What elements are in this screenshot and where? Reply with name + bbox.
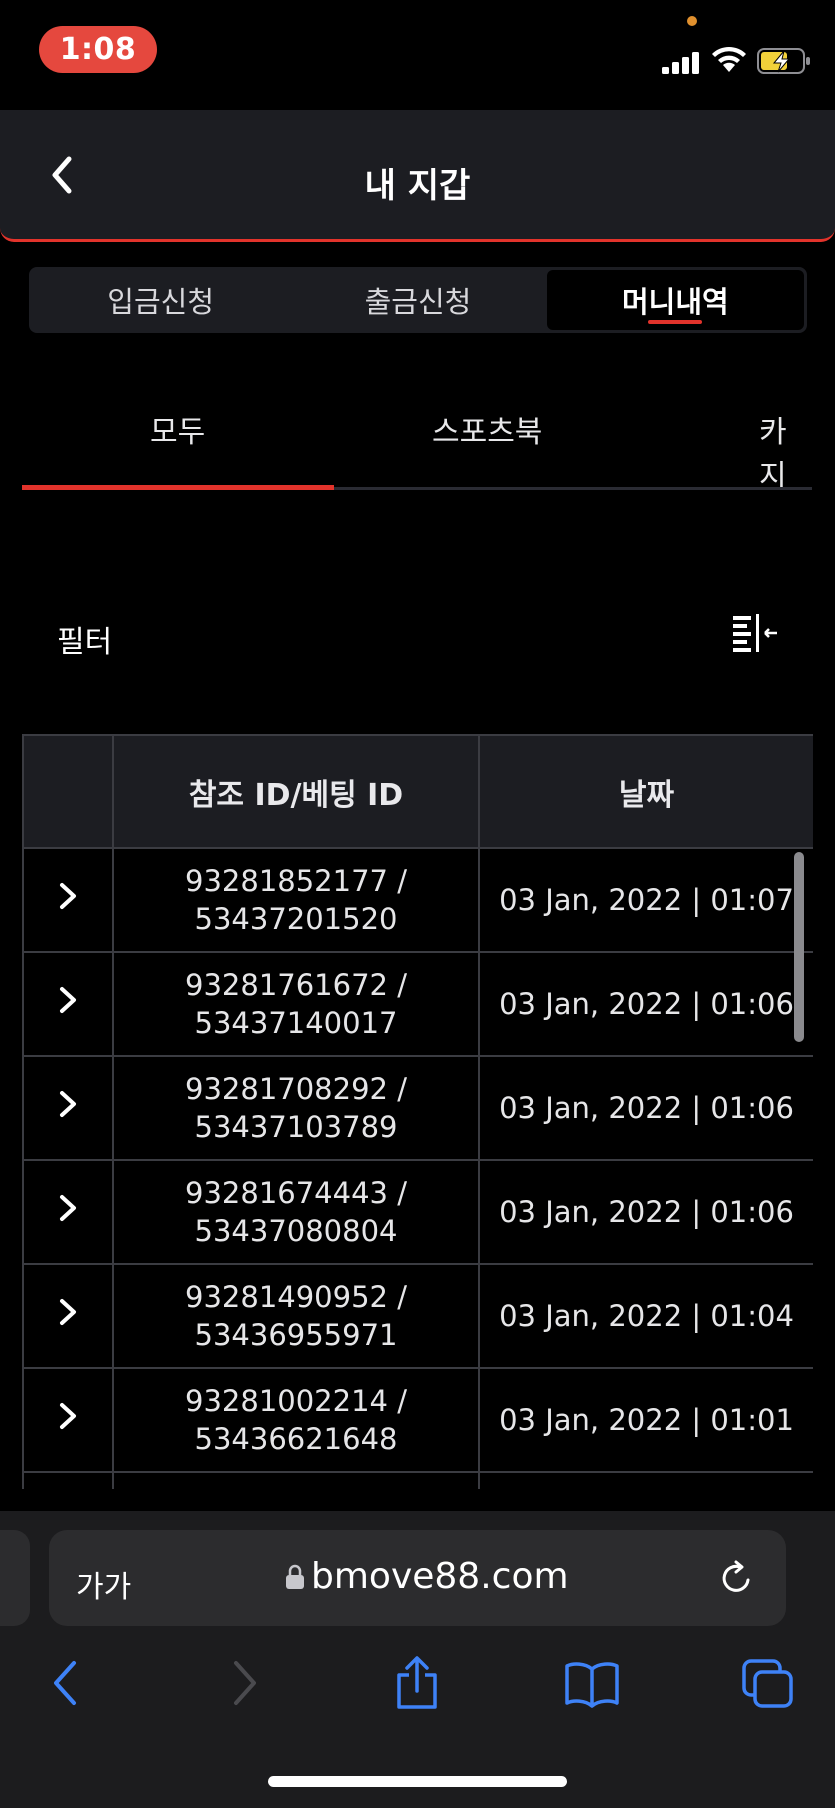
status-time: 1:08 bbox=[39, 26, 157, 73]
betting-id: 53437201520 bbox=[194, 902, 398, 936]
reference-id-cell: 93281674443 / 53437080804 bbox=[112, 1159, 480, 1265]
segment-money-history[interactable]: 머니내역 bbox=[546, 270, 804, 330]
betting-id: 53436955971 bbox=[194, 1318, 398, 1352]
reference-id-cell: 93281761672 / 53437140017 bbox=[112, 951, 480, 1057]
reference-id: 93281002214 / bbox=[185, 1384, 407, 1418]
segment-deposit-request[interactable]: 입금신청 bbox=[32, 270, 289, 330]
wallet-segment-tabs: 입금신청 출금신청 머니내역 bbox=[29, 267, 807, 333]
url-display[interactable]: bmove88.com bbox=[285, 1556, 569, 1597]
betting-id: 53437080804 bbox=[194, 1214, 398, 1248]
text-size-button[interactable]: 가가 bbox=[76, 1562, 131, 1606]
betting-id: 53437103789 bbox=[194, 1110, 398, 1144]
segment-label: 머니내역 bbox=[621, 285, 729, 319]
lock-icon bbox=[286, 1564, 304, 1589]
active-segment-indicator bbox=[648, 320, 703, 324]
chevron-right-icon bbox=[60, 986, 76, 1013]
chevron-right-icon bbox=[60, 1194, 76, 1221]
date-cell: 03 Jan, 2022 | 01:06 bbox=[478, 951, 813, 1057]
table-row[interactable]: 93281761672 / 53437140017 03 Jan, 2022 | … bbox=[22, 951, 813, 1057]
table-row[interactable]: 93281002214 / 53436621648 03 Jan, 2022 | … bbox=[22, 1367, 813, 1473]
tab-sportsbook[interactable]: 스포츠북 bbox=[432, 407, 542, 451]
share-icon[interactable] bbox=[393, 1655, 441, 1711]
expand-row-button[interactable] bbox=[22, 1263, 114, 1369]
active-tab-indicator bbox=[22, 485, 334, 490]
table-row-partial bbox=[22, 1471, 813, 1489]
date-cell: 03 Jan, 2022 | 01:06 bbox=[478, 1159, 813, 1265]
segment-label: 입금신청 bbox=[107, 285, 215, 319]
expand-row-button[interactable] bbox=[22, 847, 114, 953]
segment-withdraw-request[interactable]: 출금신청 bbox=[289, 270, 546, 330]
previous-tab-peek[interactable] bbox=[0, 1530, 30, 1626]
date-cell: 03 Jan, 2022 | 01:01 bbox=[478, 1367, 813, 1473]
battery-charging-icon bbox=[757, 48, 810, 74]
date-cell: 03 Jan, 2022 | 01:07 bbox=[478, 847, 813, 953]
status-bar: 1:08 bbox=[0, 0, 835, 110]
bookmarks-icon[interactable] bbox=[563, 1655, 621, 1711]
date-cell: 03 Jan, 2022 | 01:04 bbox=[478, 1263, 813, 1369]
filter-toggle-icon[interactable] bbox=[731, 612, 779, 654]
reference-id-cell: 93281002214 / 53436621648 bbox=[112, 1367, 480, 1473]
table-row[interactable]: 93281674443 / 53437080804 03 Jan, 2022 | … bbox=[22, 1159, 813, 1265]
reference-id-cell: 93281852177 / 53437201520 bbox=[112, 847, 480, 953]
reference-id: 93281674443 / bbox=[185, 1176, 407, 1210]
segment-label: 출금신청 bbox=[364, 285, 472, 319]
column-header-expand bbox=[22, 734, 114, 849]
reference-id-cell: 93281490952 / 53436955971 bbox=[112, 1263, 480, 1369]
reference-id: 93281708292 / bbox=[185, 1072, 407, 1106]
table-scrollbar[interactable] bbox=[794, 852, 804, 1042]
table-header-row: 참조 ID/베팅 ID 날짜 bbox=[22, 734, 813, 849]
column-header-date: 날짜 bbox=[478, 734, 813, 849]
money-history-table: 참조 ID/베팅 ID 날짜 93281852177 / 53437201520 … bbox=[22, 734, 813, 1489]
privacy-indicator-dot bbox=[687, 16, 697, 26]
filter-label: 필터 bbox=[57, 625, 113, 660]
table-row[interactable]: 93281708292 / 53437103789 03 Jan, 2022 | … bbox=[22, 1055, 813, 1161]
reference-id-cell: 93281708292 / 53437103789 bbox=[112, 1055, 480, 1161]
column-header-reference-id: 참조 ID/베팅 ID bbox=[112, 734, 480, 849]
reference-id: 93281852177 / bbox=[185, 864, 407, 898]
url-text: bmove88.com bbox=[311, 1556, 569, 1597]
betting-id: 53436621648 bbox=[194, 1422, 398, 1456]
back-nav-icon[interactable] bbox=[48, 1655, 82, 1711]
tabs-icon[interactable] bbox=[741, 1655, 795, 1711]
betting-id: 53437140017 bbox=[194, 1006, 398, 1040]
app-header: 내 지갑 bbox=[0, 110, 835, 242]
chevron-right-icon bbox=[60, 1402, 76, 1429]
home-indicator bbox=[268, 1776, 567, 1787]
chevron-right-icon bbox=[60, 882, 76, 909]
chevron-right-icon bbox=[60, 1298, 76, 1325]
reference-id: 93281761672 / bbox=[185, 968, 407, 1002]
tab-all[interactable]: 모두 bbox=[150, 407, 205, 451]
expand-row-button[interactable] bbox=[22, 1367, 114, 1473]
page-title: 내 지갑 bbox=[364, 166, 471, 206]
reload-icon[interactable] bbox=[716, 1558, 756, 1598]
wifi-icon bbox=[712, 46, 746, 72]
expand-row-button[interactable] bbox=[22, 1055, 114, 1161]
cellular-signal-icon bbox=[662, 52, 699, 74]
date-cell: 03 Jan, 2022 | 01:06 bbox=[478, 1055, 813, 1161]
reference-id: 93281490952 / bbox=[185, 1280, 407, 1314]
forward-nav-icon[interactable] bbox=[228, 1655, 262, 1711]
table-row[interactable]: 93281490952 / 53436955971 03 Jan, 2022 | … bbox=[22, 1263, 813, 1369]
chevron-right-icon bbox=[60, 1090, 76, 1117]
category-tabs: 모두 스포츠북 카지 bbox=[22, 395, 812, 490]
table-row[interactable]: 93281852177 / 53437201520 03 Jan, 2022 | … bbox=[22, 847, 813, 953]
expand-row-button[interactable] bbox=[22, 1159, 114, 1265]
tab-casino[interactable]: 카지 bbox=[759, 407, 812, 490]
expand-row-button[interactable] bbox=[22, 951, 114, 1057]
